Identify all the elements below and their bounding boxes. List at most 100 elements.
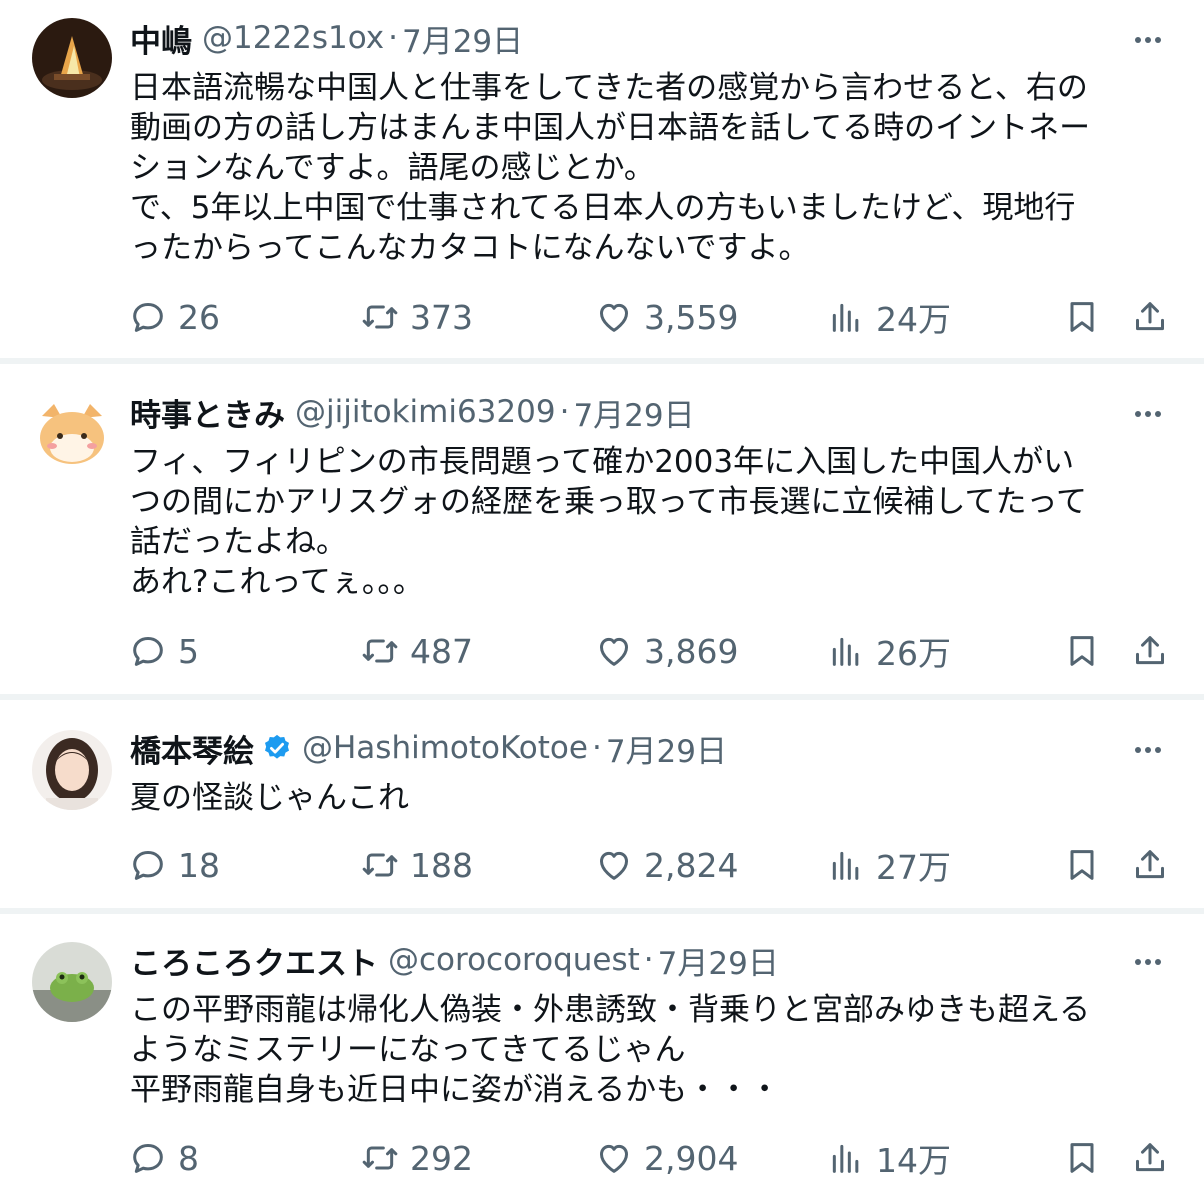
bookmark-button[interactable]	[1062, 843, 1102, 887]
views-button[interactable]: 26万	[826, 629, 951, 673]
view-count: 26万	[876, 634, 951, 673]
display-name[interactable]: ころころクエスト	[130, 938, 378, 983]
user-handle[interactable]: @corocoroquest	[388, 942, 640, 978]
reply-button[interactable]: 5	[128, 629, 199, 673]
like-button[interactable]: 3,869	[594, 629, 738, 673]
tweet-text-line: この平野雨龍は帰化人偽装・外患誘致・背乗りと宮部みゆきも超える	[130, 992, 1091, 1028]
display-name[interactable]: 橋本琴絵	[130, 726, 254, 771]
tweet-text-line: ようなミステリーになってきてるじゃん	[130, 1032, 686, 1068]
retweet-button[interactable]: 487	[360, 629, 473, 673]
tweet[interactable]: 橋本琴絵 @HashimotoKotoe · 7月29日 夏の怪談じゃんこれ 1…	[0, 700, 1204, 908]
user-handle[interactable]: @jijitokimi63209	[295, 394, 556, 430]
more-icon[interactable]	[1128, 20, 1168, 60]
bookmark-button[interactable]	[1062, 629, 1102, 673]
retweet-button[interactable]: 373	[360, 295, 473, 339]
user-handle[interactable]: @HashimotoKotoe	[302, 730, 588, 766]
more-icon[interactable]	[1128, 730, 1168, 770]
tweet-text-line: 動画の方の話し方はまんま中国人が日本語を話してる時のイントネー	[130, 110, 1091, 146]
like-button[interactable]: 3,559	[594, 295, 738, 339]
retweet-count: 487	[410, 631, 473, 671]
bookmark-icon	[1070, 1143, 1094, 1173]
avatar-woman-icon	[32, 730, 112, 810]
share-icon	[1136, 850, 1164, 879]
retweet-button[interactable]: 188	[360, 843, 473, 887]
views-button[interactable]: 24万	[826, 295, 951, 339]
bookmark-button[interactable]	[1062, 1136, 1102, 1180]
reply-button[interactable]: 18	[128, 843, 220, 887]
view-count: 14万	[876, 1141, 951, 1180]
tweet-actions: 8 292 2,904 14万	[0, 1136, 1204, 1180]
reply-count: 18	[178, 845, 220, 885]
share-button[interactable]	[1130, 1136, 1170, 1180]
tweet-actions: 5 487 3,869 26万	[0, 629, 1204, 673]
retweet-count: 373	[410, 297, 473, 337]
reply-button[interactable]: 26	[128, 295, 220, 339]
views-icon	[832, 637, 859, 666]
tweet-text: 夏の怪談じゃんこれ	[130, 778, 1180, 818]
reply-button[interactable]: 8	[128, 1136, 199, 1180]
views-icon	[832, 303, 859, 332]
avatar-hamster-icon	[32, 394, 112, 474]
avatar[interactable]	[32, 942, 112, 1022]
tweet-text: 日本語流暢な中国人と仕事をしてきた者の感覚から言わせると、右の 動画の方の話し方…	[130, 68, 1180, 268]
like-count: 2,904	[644, 1138, 739, 1178]
like-icon	[600, 303, 628, 332]
avatar[interactable]	[32, 730, 112, 810]
tweet-date[interactable]: 7月29日	[573, 390, 694, 435]
bookmark-icon	[1070, 302, 1094, 332]
display-name[interactable]: 時事ときみ	[130, 390, 285, 435]
tweet-header: 時事ときみ @jijitokimi63209 · 7月29日	[130, 390, 695, 435]
separator: ·	[643, 942, 654, 978]
like-count: 3,869	[644, 631, 739, 671]
tweet-text-line: ションなんですよ。語尾の感じとか。	[130, 150, 655, 186]
retweet-count: 292	[410, 1138, 473, 1178]
reply-count: 26	[178, 297, 220, 337]
reply-count: 8	[178, 1138, 199, 1178]
tweet[interactable]: 時事ときみ @jijitokimi63209 · 7月29日 フィ、フィリピンの…	[0, 364, 1204, 694]
like-count: 2,824	[644, 845, 739, 885]
tweet[interactable]: ころころクエスト @corocoroquest · 7月29日 この平野雨龍は帰…	[0, 914, 1204, 1204]
like-button[interactable]: 2,824	[594, 843, 738, 887]
avatar-frog-icon	[32, 942, 112, 1022]
bookmark-icon	[1070, 850, 1094, 880]
tweet-header: 橋本琴絵 @HashimotoKotoe · 7月29日	[130, 726, 727, 771]
share-button[interactable]	[1130, 843, 1170, 887]
views-button[interactable]: 14万	[826, 1136, 951, 1180]
retweet-icon	[362, 1146, 398, 1170]
avatar[interactable]	[32, 394, 112, 474]
bookmark-button[interactable]	[1062, 295, 1102, 339]
tweet-text-line: つの間にかアリスグォの経歴を乗っ取って市長選に立候補してたって	[130, 484, 1087, 520]
share-button[interactable]	[1130, 295, 1170, 339]
timeline-feed: 中嶋 @1222s1ox · 7月29日 日本語流暢な中国人と仕事をしてきた者の…	[0, 0, 1204, 1204]
retweet-icon	[362, 305, 398, 329]
tweet-text-line: ったからってこんなカタコトになんないですよ。	[130, 230, 810, 266]
user-handle[interactable]: @1222s1ox	[202, 20, 384, 56]
like-button[interactable]: 2,904	[594, 1136, 738, 1180]
more-icon[interactable]	[1128, 942, 1168, 982]
retweet-icon	[362, 853, 398, 877]
more-icon[interactable]	[1128, 394, 1168, 434]
share-icon	[1136, 1143, 1164, 1172]
views-button[interactable]: 27万	[826, 843, 951, 887]
retweet-icon	[362, 639, 398, 663]
tweet[interactable]: 中嶋 @1222s1ox · 7月29日 日本語流暢な中国人と仕事をしてきた者の…	[0, 0, 1204, 356]
like-icon	[600, 637, 628, 666]
reply-icon	[133, 637, 163, 666]
tweet-text-line: 平野雨龍自身も近日中に姿が消えるかも・・・	[130, 1072, 781, 1108]
separator: ·	[559, 394, 570, 430]
tweet-date[interactable]: 7月29日	[658, 938, 779, 983]
tweet-date[interactable]: 7月29日	[606, 726, 727, 771]
share-icon	[1136, 636, 1164, 665]
view-count: 27万	[876, 848, 951, 887]
share-button[interactable]	[1130, 629, 1170, 673]
tweet-text-line: あれ?これってぇ。。。	[130, 564, 424, 600]
retweet-button[interactable]: 292	[360, 1136, 473, 1180]
like-count: 3,559	[644, 297, 739, 337]
display-name[interactable]: 中嶋	[130, 16, 192, 61]
tweet-header: 中嶋 @1222s1ox · 7月29日	[130, 16, 523, 61]
tweet-text-line: 話だったよね。	[130, 524, 347, 560]
tweet-text-line: フィ、フィリピンの市長問題って確か2003年に入国した中国人がい	[130, 444, 1075, 480]
tweet-date[interactable]: 7月29日	[402, 16, 523, 61]
reply-icon	[133, 851, 163, 880]
avatar[interactable]	[32, 18, 112, 98]
